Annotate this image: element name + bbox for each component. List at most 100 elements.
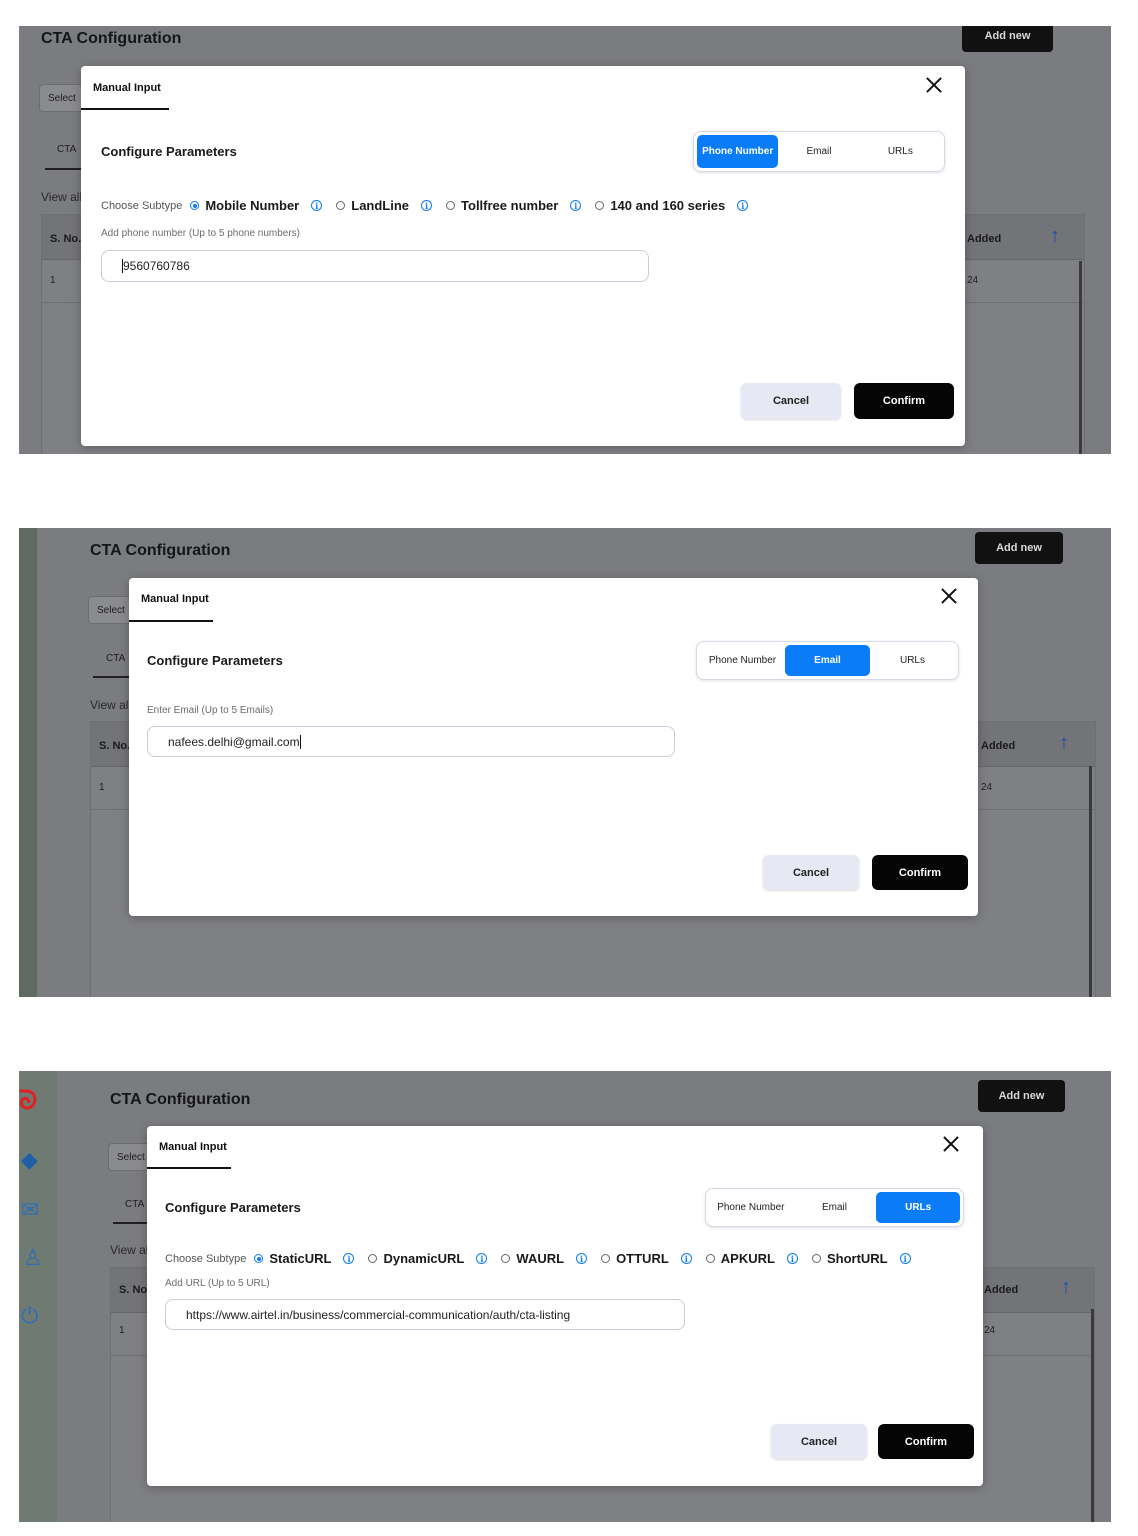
tab-cta[interactable]: CTA — [106, 653, 125, 664]
radio-dynamic-url[interactable]: DynamicURL i — [368, 1251, 488, 1266]
tab-cta[interactable]: CTA — [125, 1199, 144, 1210]
radio-icon[interactable] — [595, 201, 605, 210]
segment-urls[interactable]: URLs — [860, 135, 941, 168]
radio-label: LandLine — [351, 198, 410, 213]
manual-input-tab[interactable]: Manual Input — [93, 82, 161, 94]
manual-input-tab[interactable]: Manual Input — [159, 1141, 227, 1153]
radio-wa-url[interactable]: WAURL i — [501, 1251, 588, 1266]
type-segmented-control: Phone Number Email URLs — [693, 131, 945, 172]
cancel-button[interactable]: Cancel — [771, 1424, 867, 1459]
manual-input-modal: Manual Input Configure Parameters Phone … — [147, 1126, 983, 1486]
add-new-button[interactable]: Add new — [975, 532, 1063, 564]
radio-icon[interactable] — [368, 1254, 378, 1263]
segment-phone-number[interactable]: Phone Number — [709, 1192, 793, 1223]
cancel-button[interactable]: Cancel — [741, 383, 841, 419]
segment-email[interactable]: Email — [793, 1192, 877, 1223]
close-icon[interactable] — [941, 1134, 961, 1154]
row-date: 24 — [981, 782, 993, 793]
add-new-button[interactable]: Add new — [962, 26, 1053, 52]
power-icon[interactable]: ⏻ — [21, 1303, 38, 1329]
manual-input-modal: Manual Input Configure Parameters Phone … — [129, 578, 978, 916]
info-icon[interactable]: i — [899, 1253, 911, 1264]
scrollbar[interactable] — [1091, 1309, 1094, 1522]
info-icon[interactable]: i — [576, 1253, 588, 1264]
user-icon[interactable]: ♙ — [23, 1245, 43, 1271]
page-title: CTA Configuration — [41, 30, 182, 47]
radio-icon[interactable] — [705, 1254, 715, 1263]
radio-140-160-series[interactable]: 140 and 160 series i — [595, 198, 749, 213]
segment-phone-number[interactable]: Phone Number — [697, 135, 779, 168]
page-title: CTA Configuration — [90, 542, 231, 559]
confirm-button[interactable]: Confirm — [854, 383, 954, 419]
type-segmented-control: Phone Number Email URLs — [696, 641, 959, 680]
radio-static-url[interactable]: StaticURL i — [254, 1251, 355, 1266]
manual-input-modal: Manual Input Configure Parameters Phone … — [81, 66, 965, 446]
segment-email[interactable]: Email — [785, 645, 870, 676]
diamond-icon[interactable]: ◆ — [21, 1147, 38, 1173]
radio-icon[interactable] — [601, 1254, 611, 1263]
sort-arrow-icon[interactable]: ↑ — [1050, 225, 1060, 248]
screenshot-urls: ᘐ ◆ ✉ ♙ ⏻ CTA Configuration Add new Sele… — [19, 1071, 1111, 1522]
email-input[interactable]: nafees.delhi@gmail.com — [147, 726, 675, 757]
info-icon[interactable]: i — [570, 200, 582, 211]
scrollbar[interactable] — [1089, 766, 1092, 997]
radio-apk-url[interactable]: APKURL i — [705, 1251, 798, 1266]
info-icon[interactable]: i — [786, 1253, 798, 1264]
close-icon[interactable] — [939, 586, 959, 606]
col-added: Added — [981, 740, 1016, 752]
radio-icon[interactable] — [336, 201, 346, 210]
radio-label: OTTURL — [616, 1251, 669, 1266]
cancel-button[interactable]: Cancel — [763, 855, 859, 890]
url-input[interactable]: https://www.airtel.in/business/commercia… — [165, 1299, 685, 1330]
info-icon[interactable]: i — [343, 1253, 355, 1264]
sort-arrow-icon[interactable]: ↑ — [1059, 732, 1069, 755]
info-icon[interactable]: i — [737, 200, 749, 211]
radio-label: Tollfree number — [461, 198, 559, 213]
confirm-button[interactable]: Confirm — [878, 1424, 974, 1459]
col-added: Added — [984, 1284, 1019, 1296]
segment-email[interactable]: Email — [778, 135, 859, 168]
segment-phone-number[interactable]: Phone Number — [700, 645, 785, 676]
airtel-logo-icon[interactable]: ᘐ — [19, 1085, 37, 1117]
row-sno: 1 — [99, 782, 105, 793]
manual-input-tab[interactable]: Manual Input — [141, 593, 209, 605]
radio-checked-icon[interactable] — [254, 1254, 264, 1263]
radio-checked-icon[interactable] — [190, 201, 200, 210]
screenshot-phone-number: CTA Configuration Add new Select CTA Vie… — [19, 26, 1111, 454]
message-icon[interactable]: ✉ — [21, 1197, 39, 1223]
radio-landline[interactable]: LandLine i — [336, 198, 433, 213]
tab-underline — [81, 108, 169, 110]
info-icon[interactable]: i — [311, 200, 323, 211]
info-icon[interactable]: i — [680, 1253, 692, 1264]
radio-icon[interactable] — [811, 1254, 821, 1263]
radio-tollfree[interactable]: Tollfree number i — [446, 198, 582, 213]
tab-cta[interactable]: CTA — [57, 144, 76, 155]
info-icon[interactable]: i — [421, 200, 433, 211]
segment-urls[interactable]: URLs — [876, 1192, 961, 1223]
page-title: CTA Configuration — [110, 1091, 251, 1108]
sidebar — [19, 528, 37, 997]
info-icon[interactable]: i — [476, 1253, 488, 1264]
segment-urls[interactable]: URLs — [870, 645, 955, 676]
email-field-label: Enter Email (Up to 5 Emails) — [147, 705, 274, 716]
close-icon[interactable] — [924, 75, 944, 95]
sidebar: ᘐ ◆ ✉ ♙ ⏻ — [19, 1071, 57, 1522]
radio-icon[interactable] — [446, 201, 456, 210]
screenshot-email: CTA Configuration Add new Select CTA Vie… — [19, 528, 1111, 997]
radio-mobile-number[interactable]: Mobile Number i — [190, 198, 323, 213]
email-value: nafees.delhi@gmail.com — [168, 734, 300, 749]
view-all-label: View al — [110, 1243, 149, 1257]
col-sno: S. No. — [99, 740, 131, 752]
scrollbar[interactable] — [1079, 261, 1082, 454]
radio-short-url[interactable]: ShortURL i — [811, 1251, 911, 1266]
radio-label: APKURL — [720, 1251, 775, 1266]
radio-icon[interactable] — [501, 1254, 511, 1263]
url-field-label: Add URL (Up to 5 URL) — [165, 1278, 270, 1289]
text-caret — [299, 734, 301, 749]
confirm-button[interactable]: Confirm — [872, 855, 968, 890]
row-date: 24 — [967, 275, 979, 286]
add-new-button[interactable]: Add new — [978, 1080, 1065, 1112]
radio-ott-url[interactable]: OTTURL i — [601, 1251, 692, 1266]
phone-number-input[interactable]: 9560760786 — [101, 250, 649, 282]
sort-arrow-icon[interactable]: ↑ — [1061, 1276, 1071, 1299]
